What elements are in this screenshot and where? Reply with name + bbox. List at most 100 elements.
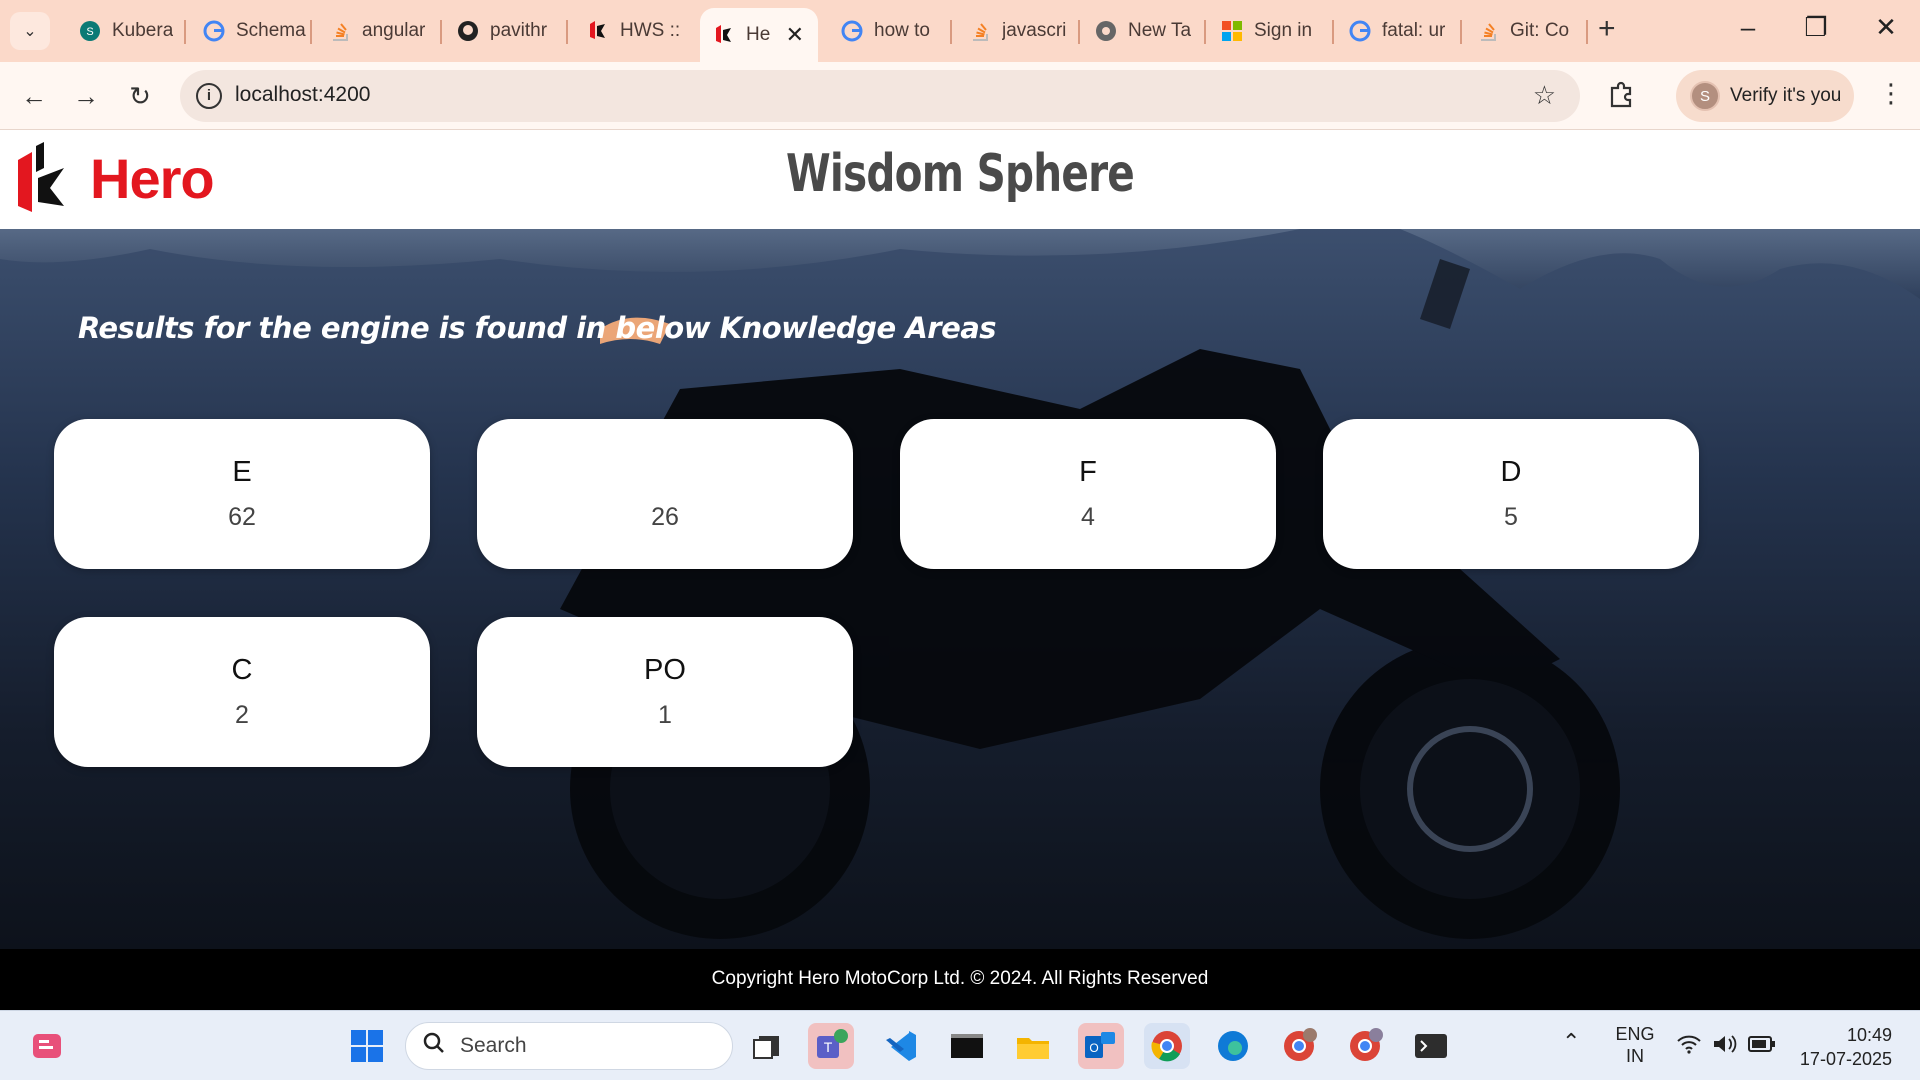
more-menu-icon[interactable]: ⋮ [1878,78,1904,109]
minimize-icon[interactable]: – [1728,12,1768,43]
knowledge-area-card[interactable]: D 5 [1323,419,1699,569]
clock-date: 17-07-2025 [1799,1049,1892,1069]
svg-text:T: T [824,1039,833,1055]
tab-separator [1204,20,1206,44]
chrome-icon[interactable] [1144,1023,1190,1069]
chevron-up-icon[interactable]: ⌃ [1562,1031,1580,1053]
knowledge-area-count: 4 [1081,503,1095,531]
copyright-text: Copyright Hero MotoCorp Ltd. © 2024. All… [711,968,1209,989]
outlook-icon[interactable]: O [1078,1023,1124,1069]
windows-start-icon[interactable] [344,1023,390,1069]
system-clock[interactable]: 10:49 17-07-2025 [1790,1023,1892,1071]
address-bar[interactable]: i localhost:4200 ☆ [180,70,1580,122]
knowledge-area-name: F [1079,456,1097,488]
reload-icon[interactable]: ↻ [122,78,158,114]
knowledge-area-card[interactable]: 26 [477,419,853,569]
tab-separator [1460,20,1462,44]
tab-angular[interactable]: angular [316,10,444,52]
tab-kubera[interactable]: S Kubera [66,10,186,52]
close-tab-icon[interactable]: ✕ [786,22,804,48]
avatar: S [1690,81,1720,111]
knowledge-area-card[interactable]: C 2 [54,617,430,767]
volume-icon[interactable] [1712,1033,1738,1060]
page-title: Wisdom Sphere [785,144,1135,204]
file-explorer-icon[interactable] [1010,1023,1056,1069]
knowledge-area-card[interactable]: PO 1 [477,617,853,767]
tab-label: HWS :: [620,20,681,41]
knowledge-area-count: 26 [651,502,679,531]
windows-taskbar: Search T O ⌃ ENG IN 10:49 17-07-2025 [0,1010,1920,1080]
tab-label: fatal: ur [1382,20,1446,41]
google-icon [840,19,864,43]
tab-label: New Ta [1128,20,1192,41]
vscode-icon[interactable] [878,1023,924,1069]
knowledge-area-count: 62 [228,503,256,531]
chevron-down-icon: ⌄ [23,23,37,40]
forward-arrow-icon[interactable]: → [68,78,104,114]
tab-label: angular [362,20,426,41]
tab-separator [1332,20,1334,44]
wifi-icon[interactable] [1676,1033,1702,1060]
tab-label: Sign in [1254,20,1313,41]
chrome-icon [1094,19,1118,43]
restore-icon[interactable]: ❐ [1796,12,1836,43]
svg-text:O: O [1089,1041,1098,1055]
hero-icon [712,23,736,47]
tab-separator [1078,20,1080,44]
tab-new-tab[interactable]: New Ta [1082,10,1204,52]
tab-fatal[interactable]: fatal: ur [1336,10,1460,52]
widgets-icon[interactable] [24,1023,70,1069]
extensions-puzzle-icon[interactable] [1605,78,1639,112]
bookmark-star-icon[interactable]: ☆ [1533,80,1556,111]
teams-icon[interactable]: T [808,1023,854,1069]
chrome-profile-p-icon[interactable] [1342,1023,1388,1069]
tab-separator [440,20,442,44]
tab-label: how to [874,20,930,41]
stackoverflow-icon [968,19,992,43]
svg-text:S: S [86,26,93,38]
results-section: Results for the engine is found in below… [0,229,1920,949]
tab-separator [310,20,312,44]
chrome-profile-s-icon[interactable] [1276,1023,1322,1069]
taskbar-search-box[interactable]: Search [405,1022,733,1070]
terminal-icon[interactable] [1408,1023,1454,1069]
github-icon [456,19,480,43]
edge-icon[interactable] [1210,1023,1256,1069]
tab-hero-active[interactable]: He ✕ [700,8,818,62]
knowledge-area-count: 1 [658,701,672,729]
site-info-icon[interactable]: i [196,83,222,109]
results-heading: Results for the engine is found in below… [78,311,997,345]
close-window-icon[interactable]: ✕ [1866,12,1906,43]
microsoft-icon [1220,19,1244,43]
knowledge-area-card[interactable]: F 4 [900,419,1276,569]
tab-label: pavithr [490,20,548,41]
language-label: ENG [1615,1024,1655,1044]
tab-git[interactable]: Git: Co [1464,10,1588,52]
verify-label: Verify it's you [1730,85,1842,106]
tab-search-button[interactable]: ⌄ [10,12,50,50]
hero-logo[interactable]: Hero [16,142,215,214]
tab-sign-in[interactable]: Sign in [1208,10,1332,52]
site-header: Hero Wisdom Sphere [0,130,1920,229]
language-indicator[interactable]: ENG IN [1610,1023,1660,1067]
knowledge-area-count: 5 [1504,503,1518,531]
new-tab-plus-icon[interactable]: + [1598,14,1616,44]
battery-icon[interactable] [1748,1035,1776,1058]
google-icon [1348,19,1372,43]
command-prompt-icon[interactable] [944,1023,990,1069]
url-text[interactable]: localhost:4200 [235,83,370,107]
hero-logo-mark-icon [18,142,64,212]
tab-schema[interactable]: Schema [190,10,310,52]
tab-label: He [746,24,771,45]
profile-verify-button[interactable]: S Verify it's you [1676,70,1854,122]
knowledge-area-card[interactable]: E 62 [54,419,430,569]
tab-javascript[interactable]: javascri [956,10,1080,52]
knowledge-area-name: D [1500,456,1522,488]
stackoverflow-icon [1476,19,1500,43]
tab-hws[interactable]: HWS :: [574,10,686,52]
clock-time: 10:49 [1846,1025,1892,1045]
back-arrow-icon[interactable]: ← [16,78,52,114]
task-view-icon[interactable] [744,1023,790,1069]
tab-github[interactable]: pavithr [444,10,566,52]
tab-how-to[interactable]: how to [828,10,950,52]
